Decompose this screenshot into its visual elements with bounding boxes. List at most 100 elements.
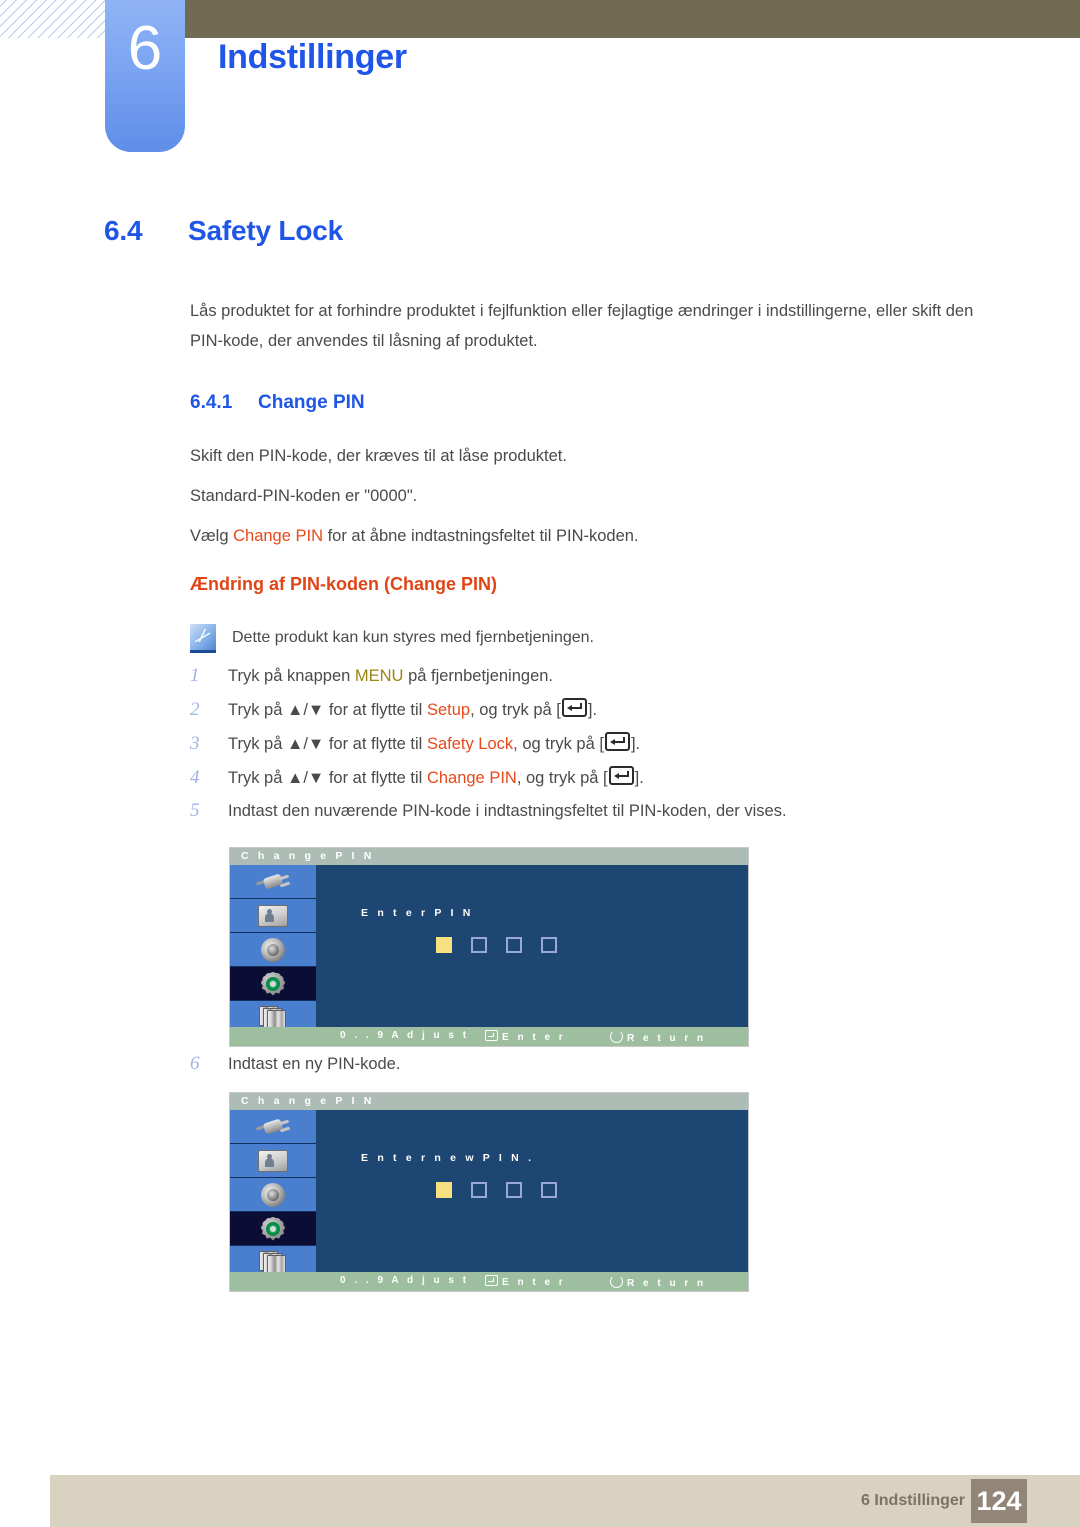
step-keyword: Setup (426, 701, 471, 719)
page-number: 124 (971, 1479, 1027, 1523)
enter-key-icon (604, 732, 630, 751)
step-number: 1 (190, 665, 200, 686)
pin-slot[interactable] (541, 937, 557, 953)
subsection-line-3-block: Vælg Change PIN for at åbne indtastnings… (190, 521, 1000, 551)
osd-footer-return-label: R e t u r n (627, 1033, 707, 1044)
osd-sidebar-item-sound[interactable] (230, 933, 316, 967)
section-heading: 6.4 Safety Lock (104, 215, 343, 247)
step-number: 3 (190, 733, 200, 754)
osd-prompt: E n t e r n e w P I N . (361, 1152, 535, 1164)
osd-sidebar (230, 1110, 316, 1280)
step-text: Tryk på ▲/▼ for at flytte til Setup, og … (228, 698, 597, 721)
pin-slot[interactable] (471, 1182, 487, 1198)
subsection-line-1-block: Skift den PIN-kode, der kræves til at lå… (190, 441, 1000, 471)
group-heading: Ændring af PIN-koden (Change PIN) (190, 574, 498, 594)
step-pre: Tryk på ▲/▼ for at flytte til (228, 701, 427, 719)
subsection-number: 6.4.1 (190, 392, 233, 413)
osd-footer-enter-label: E n t e r (502, 1277, 566, 1288)
subsection-line-3: Vælg Change PIN for at åbne indtastnings… (190, 521, 1000, 551)
enter-key-icon (608, 766, 634, 785)
osd-sidebar-item-picture[interactable] (230, 899, 316, 933)
pin-slot[interactable] (541, 1182, 557, 1198)
section-intro-block: Lås produktet for at forhindre produktet… (190, 296, 1000, 356)
osd-sidebar-item-input[interactable] (230, 1110, 316, 1144)
step-number: 4 (190, 767, 200, 788)
osd-sidebar-item-sound[interactable] (230, 1178, 316, 1212)
osd-footer-return: R e t u r n (610, 1275, 706, 1289)
step-pre: Tryk på ▲/▼ for at flytte til (228, 769, 427, 787)
list-item: 5 Indtast den nuværende PIN-kode i indta… (190, 800, 1020, 822)
step-post: på fjernbetjeningen. (403, 667, 554, 685)
section-intro-text: Lås produktet for at forhindre produktet… (190, 302, 974, 350)
list-item: 1 Tryk på knappen MENU på fjernbetjening… (190, 665, 1020, 687)
osd-footer-enter: E n t e r (485, 1030, 566, 1043)
step-post: , og tryk på [ (470, 701, 561, 719)
note-pencil-icon (190, 624, 216, 653)
step-text: Indtast en ny PIN-kode. (228, 1055, 401, 1073)
step-post: , og tryk på [ (516, 769, 608, 787)
subsection-line-2: Standard-PIN-koden er "0000". (190, 487, 418, 505)
osd-sidebar-item-setup[interactable] (230, 967, 316, 1001)
line3-post: for at åbne indtastningsfeltet til PIN-k… (323, 527, 639, 545)
step-tail: ]. (587, 701, 598, 719)
osd-footer-bar: 0 . . 9 A d j u s t E n t e r R e t u r … (230, 1272, 748, 1291)
pin-slot[interactable] (436, 937, 452, 953)
steps-list: 1 Tryk på knappen MENU på fjernbetjening… (190, 665, 1020, 833)
osd-footer-adjust: 0 . . 9 A d j u s t (340, 1275, 470, 1286)
osd-screenshot-enter-new-pin: C h a n g e P I N E n t e r n e w P I N … (230, 1093, 748, 1291)
subsection-line-1: Skift den PIN-kode, der kræves til at lå… (190, 447, 567, 465)
pin-slot[interactable] (436, 1182, 452, 1198)
osd-footer-adjust: 0 . . 9 A d j u s t (340, 1030, 470, 1041)
setup-gear-icon (261, 971, 285, 996)
osd-content: E n t e r n e w P I N . (316, 1110, 748, 1272)
step-number: 2 (190, 699, 200, 720)
pin-slot[interactable] (506, 1182, 522, 1198)
step-number: 6 (190, 1053, 200, 1074)
multi-display-icon (259, 1005, 287, 1030)
chapter-title: Indstillinger (218, 38, 407, 76)
decorative-hatch-pattern (0, 0, 108, 38)
osd-content: E n t e r P I N (316, 865, 748, 1027)
osd-sidebar (230, 865, 316, 1035)
osd-sidebar-item-input[interactable] (230, 865, 316, 899)
step-tail: ]. (630, 735, 641, 753)
osd-sidebar-item-picture[interactable] (230, 1144, 316, 1178)
step-pre: Tryk på ▲/▼ for at flytte til (228, 735, 427, 753)
step-keyword: MENU (354, 667, 404, 685)
picture-screen-icon (258, 904, 288, 927)
step-tail: ]. (634, 769, 644, 787)
subsection-title: Change PIN (258, 392, 365, 413)
header-olive-bar (185, 0, 1080, 38)
list-item: 4 Tryk på ▲/▼ for at flytte til Change P… (190, 766, 1020, 789)
line3-keyword: Change PIN (233, 527, 323, 545)
step-text: Tryk på knappen MENU på fjernbetjeningen… (228, 665, 553, 687)
step-text: Indtast den nuværende PIN-kode i indtast… (228, 802, 787, 820)
step-pre: Tryk på knappen (228, 667, 355, 685)
osd-footer-return-label: R e t u r n (627, 1278, 707, 1289)
section-number: 6.4 (104, 215, 143, 246)
pin-slot[interactable] (506, 937, 522, 953)
sound-speaker-icon (261, 1182, 285, 1207)
enter-key-icon (485, 1275, 498, 1286)
pin-slot[interactable] (471, 937, 487, 953)
pin-entry-field[interactable] (436, 1182, 557, 1198)
enter-key-icon (561, 698, 587, 717)
note-block: Dette produkt kan kun styres med fjernbe… (190, 624, 594, 653)
subsection-heading: 6.4.1 Change PIN (190, 392, 365, 414)
subsection-line-2-block: Standard-PIN-koden er "0000". (190, 481, 1000, 511)
step-text: Tryk på ▲/▼ for at flytte til Safety Loc… (228, 732, 640, 755)
enter-key-icon (485, 1030, 498, 1041)
multi-display-icon (259, 1250, 287, 1275)
osd-prompt: E n t e r P I N (361, 907, 474, 919)
step-keyword: Change PIN (426, 769, 517, 787)
osd-footer-enter: E n t e r (485, 1275, 566, 1288)
list-item: 2 Tryk på ▲/▼ for at flytte til Setup, o… (190, 698, 1020, 721)
footer-chapter-label: 6 Indstillinger (860, 1492, 965, 1509)
picture-screen-icon (258, 1149, 288, 1172)
step-text: Tryk på ▲/▼ for at flytte til Change PIN… (228, 766, 644, 789)
pin-entry-field[interactable] (436, 937, 557, 953)
page-footer: 6 Indstillinger 124 (50, 1475, 1080, 1527)
note-text: Dette produkt kan kun styres med fjernbe… (232, 629, 594, 646)
osd-sidebar-item-setup[interactable] (230, 1212, 316, 1246)
chapter-number: 6 (127, 14, 163, 83)
